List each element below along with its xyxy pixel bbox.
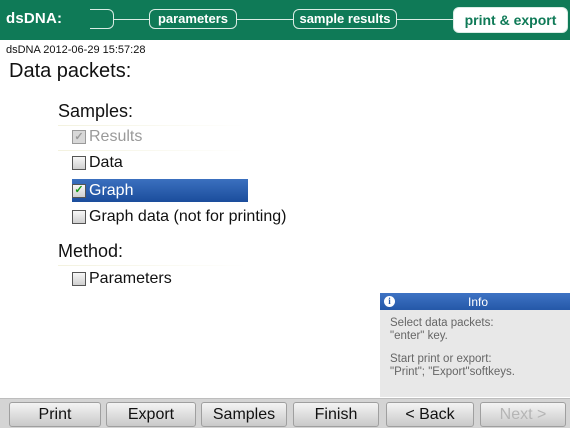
info-line: "Print"; "Export"softkeys. xyxy=(390,366,515,378)
app-title: dsDNA: xyxy=(6,10,63,27)
option-label: Data xyxy=(89,154,123,171)
option-label: Graph data (not for printing) xyxy=(89,208,287,225)
info-line: "enter" key. xyxy=(390,330,448,342)
option-graph-selected[interactable]: ✓ Graph xyxy=(72,179,248,202)
option-data[interactable]: Data xyxy=(72,152,123,174)
checkbox-checked-icon: ✓ xyxy=(72,130,86,144)
workflow-step-sample-results[interactable]: sample results xyxy=(293,9,397,29)
softkey-bar: Print Export Samples Finish < Back Next … xyxy=(0,398,570,428)
option-label: Parameters xyxy=(89,270,172,287)
info-line: Select data packets: xyxy=(390,317,494,329)
workflow-step-start[interactable] xyxy=(90,9,114,29)
samples-button[interactable]: Samples xyxy=(201,402,287,427)
info-line: Start print or export: xyxy=(390,353,492,365)
finish-button[interactable]: Finish xyxy=(293,402,379,427)
info-text: Select data packets: "enter" key. Start … xyxy=(380,310,570,379)
divider xyxy=(58,150,248,151)
option-label: Results xyxy=(89,128,143,145)
workflow-connector xyxy=(114,19,149,20)
checkbox-unchecked-icon[interactable] xyxy=(72,272,86,286)
info-panel: i Info Select data packets: "enter" key.… xyxy=(380,293,570,397)
next-button: Next > xyxy=(480,402,566,427)
option-results: ✓ Results xyxy=(72,126,142,148)
workflow-step-parameters[interactable]: parameters xyxy=(149,9,237,29)
print-button[interactable]: Print xyxy=(9,402,101,427)
method-heading: Method: xyxy=(58,241,124,261)
checkbox-checked-icon[interactable]: ✓ xyxy=(72,183,86,198)
option-label: Graph xyxy=(89,181,134,199)
workflow-connector xyxy=(397,19,453,20)
run-timestamp: dsDNA 2012-06-29 15:57:28 xyxy=(6,44,146,56)
option-parameters[interactable]: Parameters xyxy=(72,268,172,290)
samples-heading: Samples: xyxy=(58,101,134,121)
page-title: Data packets: xyxy=(9,60,132,82)
back-button[interactable]: < Back xyxy=(386,402,474,427)
info-header: i Info xyxy=(380,293,570,310)
checkbox-unchecked-icon[interactable] xyxy=(72,156,86,170)
workflow-connector xyxy=(237,19,293,20)
divider xyxy=(58,265,248,266)
checkbox-unchecked-icon[interactable] xyxy=(72,210,86,224)
export-button[interactable]: Export xyxy=(106,402,196,427)
workflow-bar: dsDNA: parameters sample results print &… xyxy=(0,0,570,40)
workflow-step-print-export[interactable]: print & export xyxy=(453,7,568,33)
info-title: Info xyxy=(467,295,488,309)
option-graph-data[interactable]: Graph data (not for printing) xyxy=(72,206,286,228)
